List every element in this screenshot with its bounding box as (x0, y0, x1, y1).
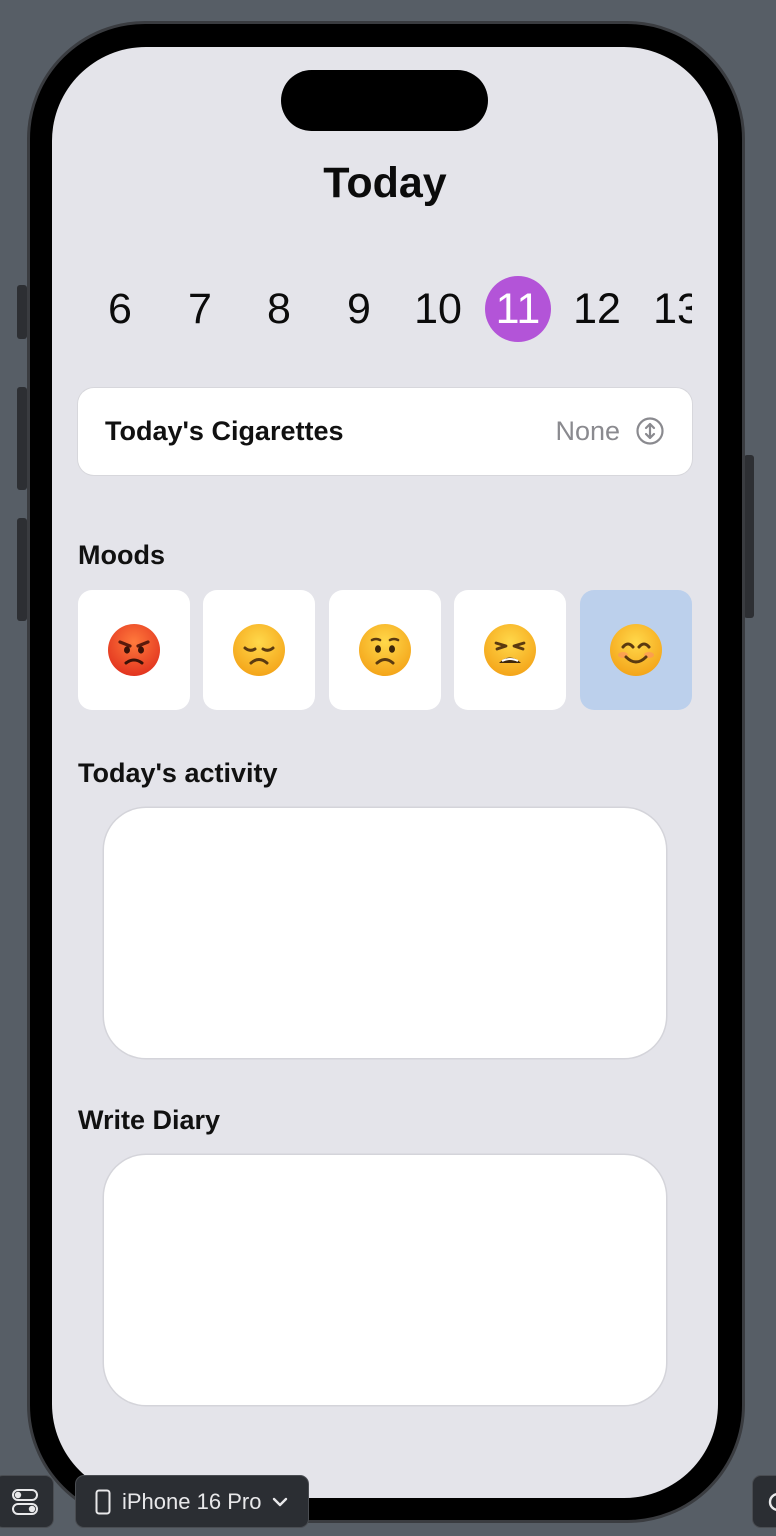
diary-text-area[interactable] (104, 1155, 666, 1405)
day-9[interactable]: 9 (319, 275, 399, 343)
app-screen: Today 6 7 8 9 10 11 12 13 Today's Cigare… (52, 47, 718, 1498)
disappointed-face-icon (233, 624, 285, 676)
selected-day-circle: 11 (485, 276, 551, 342)
weary-face-icon (484, 624, 536, 676)
device-picker[interactable]: iPhone 16 Pro (75, 1475, 309, 1528)
phone-icon (95, 1489, 111, 1514)
mood-angry[interactable] (78, 590, 190, 710)
side-button (744, 455, 754, 618)
mood-disappointed[interactable] (203, 590, 315, 710)
date-strip[interactable]: 6 7 8 9 10 11 12 13 (78, 275, 692, 343)
activity-text-area[interactable] (104, 808, 666, 1058)
action-button (17, 285, 27, 339)
zoom-icon (768, 1493, 776, 1511)
activity-label: Today's activity (78, 758, 278, 788)
day-10[interactable]: 10 (398, 275, 478, 343)
day-11-selected[interactable]: 11 (478, 275, 558, 343)
day-13[interactable]: 13 (637, 275, 692, 343)
day-7[interactable]: 7 (160, 275, 240, 343)
page-title: Today (323, 159, 447, 207)
day-8[interactable]: 8 (239, 275, 319, 343)
toggle-icon (12, 1489, 38, 1515)
mood-worried[interactable] (329, 590, 441, 710)
mood-weary[interactable] (454, 590, 566, 710)
volume-down-button (17, 518, 27, 621)
chevron-down-icon (273, 1497, 288, 1506)
simulator-stage: Today 6 7 8 9 10 11 12 13 Today's Cigare… (0, 0, 776, 1536)
worried-face-icon (359, 624, 411, 676)
angry-face-icon (108, 624, 160, 676)
volume-up-button (17, 387, 27, 490)
cigarettes-value: None (555, 416, 620, 446)
moods-picker (78, 590, 692, 710)
moods-label: Moods (78, 540, 165, 570)
diary-label: Write Diary (78, 1105, 221, 1135)
preview-controls-button[interactable] (0, 1475, 54, 1528)
day-12[interactable]: 12 (557, 275, 637, 343)
smiling-face-icon (610, 624, 662, 676)
dynamic-island (281, 70, 488, 131)
day-6[interactable]: 6 (80, 275, 160, 343)
preview-zoom-button[interactable] (752, 1475, 776, 1528)
device-name: iPhone 16 Pro (122, 1488, 262, 1514)
mood-smiling-selected[interactable] (580, 590, 692, 710)
cigarettes-row[interactable]: Today's Cigarettes None (78, 388, 692, 475)
stepper-icon[interactable] (636, 417, 664, 445)
cigarettes-label: Today's Cigarettes (105, 416, 344, 446)
